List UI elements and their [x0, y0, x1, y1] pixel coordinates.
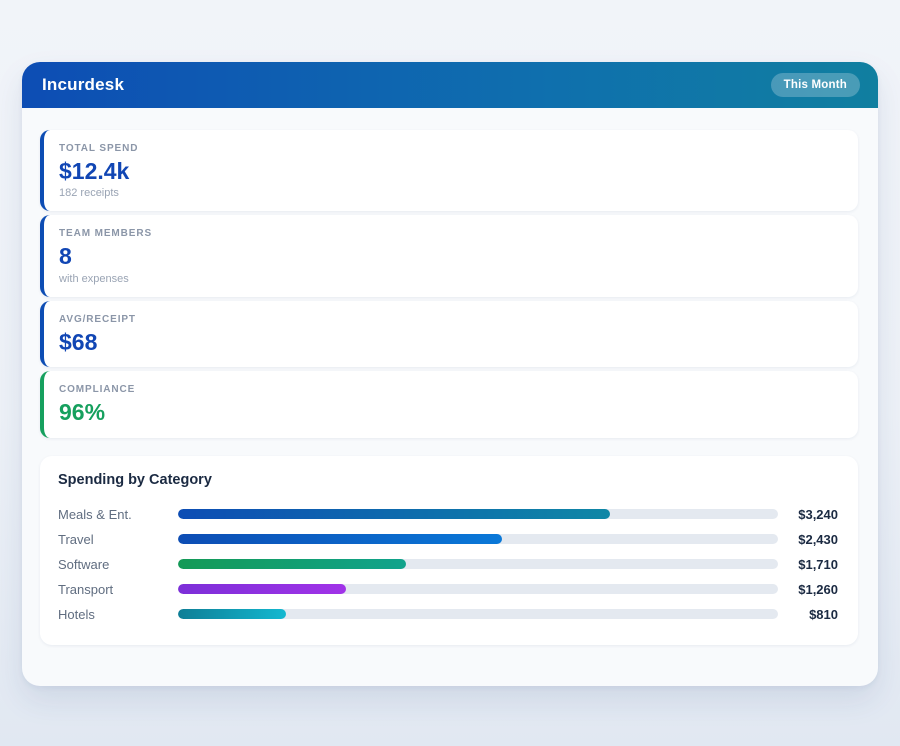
- stat-card-avg-receipt: AVG/RECEIPT $68: [40, 301, 858, 367]
- stat-value: $68: [59, 329, 840, 355]
- category-bar-fill: [178, 584, 346, 594]
- category-bar-track: [178, 559, 778, 569]
- category-label: Travel: [58, 532, 178, 547]
- stat-label: AVG/RECEIPT: [59, 314, 840, 325]
- category-value: $2,430: [778, 532, 838, 547]
- spending-by-category-card: Spending by Category Meals & Ent. $3,240 T…: [40, 456, 858, 645]
- app-title: Incurdesk: [42, 75, 124, 95]
- stat-label: COMPLIANCE: [59, 384, 840, 395]
- chart-title: Spending by Category: [58, 472, 838, 488]
- dashboard-panel: Incurdesk This Month TOTAL SPEND $12.4k …: [22, 62, 878, 686]
- stat-subtext: 182 receipts: [59, 187, 840, 199]
- category-bar-fill: [178, 609, 286, 619]
- category-label: Meals & Ent.: [58, 507, 178, 522]
- category-value: $810: [778, 607, 838, 622]
- category-bar-list: Meals & Ent. $3,240 Travel $2,430 Software $1…: [58, 502, 838, 627]
- category-row: Hotels $810: [58, 602, 838, 627]
- category-bar-fill: [178, 509, 610, 519]
- category-value: $1,260: [778, 582, 838, 597]
- category-bar-track: [178, 584, 778, 594]
- category-bar-fill: [178, 534, 502, 544]
- stat-card-team-members: TEAM MEMBERS 8 with expenses: [40, 215, 858, 296]
- category-row: Software $1,710: [58, 552, 838, 577]
- stat-card-total-spend: TOTAL SPEND $12.4k 182 receipts: [40, 130, 858, 211]
- stat-value: 8: [59, 243, 840, 269]
- category-bar-fill: [178, 559, 406, 569]
- category-bar-track: [178, 534, 778, 544]
- category-row: Travel $2,430: [58, 527, 838, 552]
- stat-value: 96%: [59, 399, 840, 425]
- category-value: $1,710: [778, 557, 838, 572]
- category-bar-track: [178, 609, 778, 619]
- category-bar-track: [178, 509, 778, 519]
- panel-body: TOTAL SPEND $12.4k 182 receipts TEAM MEM…: [22, 108, 878, 645]
- category-label: Software: [58, 557, 178, 572]
- stat-value: $12.4k: [59, 158, 840, 184]
- category-label: Transport: [58, 582, 178, 597]
- app-header: Incurdesk This Month: [22, 62, 878, 108]
- period-selector-badge[interactable]: This Month: [771, 73, 860, 97]
- category-label: Hotels: [58, 607, 178, 622]
- stat-card-compliance: COMPLIANCE 96%: [40, 371, 858, 437]
- category-value: $3,240: [778, 507, 838, 522]
- stat-subtext: with expenses: [59, 273, 840, 285]
- category-row: Meals & Ent. $3,240: [58, 502, 838, 527]
- category-row: Transport $1,260: [58, 577, 838, 602]
- stat-label: TOTAL SPEND: [59, 143, 840, 154]
- stat-label: TEAM MEMBERS: [59, 228, 840, 239]
